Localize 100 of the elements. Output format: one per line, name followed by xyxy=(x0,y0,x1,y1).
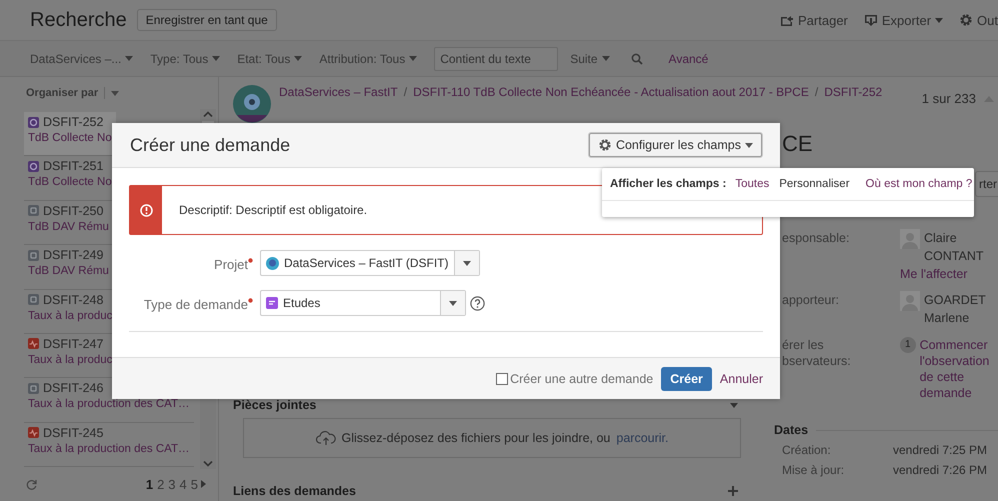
advanced-link[interactable]: Avancé xyxy=(668,52,708,66)
breadcrumb-link[interactable]: DSFIT-110 TdB Collecte Non Echéancée - Actualisation aout 2017 - BPCE xyxy=(413,85,809,99)
toolbar-button[interactable]: rter xyxy=(975,171,998,197)
tools-button[interactable]: Out xyxy=(959,12,998,28)
story-type-icon xyxy=(28,116,39,128)
issue-key: DSFIT-245 xyxy=(43,426,104,440)
section-title: Pièces jointes xyxy=(233,398,316,412)
issue-key: DSFIT-248 xyxy=(43,292,104,307)
issue-key: DSFIT-250 xyxy=(43,204,104,218)
caret-icon xyxy=(935,18,944,22)
page-title: Recherche xyxy=(30,8,127,32)
help-icon[interactable] xyxy=(470,296,485,310)
issue-list-item[interactable]: DSFIT-245 Taux à la production des CAT… xyxy=(24,422,194,468)
cloud-upload-icon xyxy=(316,430,336,446)
next-page-icon[interactable] xyxy=(201,480,206,488)
person-name: Claire CONTANT xyxy=(924,230,984,265)
page-link[interactable]: 1 xyxy=(144,476,154,492)
text-filter-field[interactable]: Contient du texte xyxy=(434,46,558,70)
page-link[interactable]: 3 xyxy=(167,476,177,492)
story-type-icon xyxy=(28,160,39,172)
field-label: Mise à jour: xyxy=(782,463,846,477)
error-text: Descriptif: Descriptif est obligatoire. xyxy=(178,202,368,219)
bug-type-icon xyxy=(28,427,39,438)
issue-type-select[interactable]: Etudes xyxy=(260,290,466,316)
filter-dropdown[interactable]: Etat: Tous xyxy=(237,52,302,66)
drop-instructions: Glissez-déposez des fichiers pour les joindre, ou xyxy=(342,431,610,445)
caret-icon xyxy=(730,402,738,408)
breadcrumb-link[interactable]: DSFIT-252 xyxy=(824,85,882,99)
gear-icon xyxy=(598,138,612,152)
export-button[interactable]: Exporter xyxy=(864,12,944,28)
organize-by-label: Organiser par xyxy=(26,87,98,99)
field-mode-link[interactable]: Toutes xyxy=(730,178,774,190)
project-avatar-icon xyxy=(233,85,271,123)
field-label: apporteur: xyxy=(782,292,840,309)
issue-key: DSFIT-246 xyxy=(43,381,104,396)
field-label: érer les bservateurs: xyxy=(782,337,852,369)
create-another-checkbox[interactable] xyxy=(496,372,508,384)
checkbox-label: Créer une autre demande xyxy=(510,372,654,386)
date-value: vendredi 7:26 PM xyxy=(893,463,988,477)
issue-list-item[interactable]: DSFIT-252 TdB Collecte No xyxy=(24,112,116,156)
breadcrumb-separator: / xyxy=(814,85,818,99)
watcher-count: 1 xyxy=(900,337,916,353)
breadcrumb-separator: / xyxy=(404,85,408,99)
browse-link[interactable]: parcourir. xyxy=(616,431,668,445)
share-icon xyxy=(780,14,794,26)
date-value: vendredi 7:25 PM xyxy=(893,443,988,457)
create-button[interactable]: Créer xyxy=(661,366,712,390)
project-select[interactable]: DataServices – FastIT (DSFIT) xyxy=(260,250,480,276)
issue-summary: TdB Collecte No xyxy=(28,176,112,188)
caret-icon xyxy=(212,56,220,61)
caret-icon xyxy=(294,56,302,61)
caret-icon xyxy=(409,56,418,61)
plus-icon[interactable] xyxy=(728,486,738,496)
issue-summary: TdB DAV Rému xyxy=(28,220,109,233)
caret-icon xyxy=(449,300,457,306)
configure-fields-button[interactable]: Configurer les champs xyxy=(588,133,762,157)
refresh-icon[interactable] xyxy=(26,478,37,490)
dialog-title: Créer une demande xyxy=(130,134,290,156)
issue-summary: TdB DAV Rému xyxy=(28,265,109,278)
project-icon xyxy=(266,256,279,270)
issue-summary: Taux à la produc xyxy=(28,354,112,366)
field-label: Projet xyxy=(214,256,248,272)
field-label: esponsable: xyxy=(782,230,850,247)
assign-to-me-link[interactable]: Me l'affecter xyxy=(900,265,998,283)
task-type-icon xyxy=(28,382,39,394)
issue-summary: Taux à la produc xyxy=(28,310,112,322)
breadcrumb-link[interactable]: DataServices – FastIT xyxy=(279,85,398,99)
chevron-down-icon xyxy=(203,461,213,467)
filter-dropdown[interactable]: Attribution: Tous xyxy=(319,52,418,66)
issue-key: DSFIT-252 xyxy=(43,115,104,129)
field-mode-link[interactable]: Personnaliser xyxy=(774,178,855,190)
issue-key: DSFIT-247 xyxy=(43,336,104,351)
filter-dropdown[interactable]: DataServices –... xyxy=(30,52,134,66)
page-link[interactable]: 5 xyxy=(190,476,199,492)
issue-summary: Taux à la production des CAT… xyxy=(28,442,190,455)
error-icon xyxy=(140,204,152,216)
caret-icon xyxy=(745,142,753,148)
field-label: Type de demande xyxy=(144,296,248,312)
chevron-up-icon xyxy=(203,111,213,117)
help-link[interactable]: Où est mon champ ? xyxy=(860,178,978,190)
task-type-icon xyxy=(28,294,39,306)
download-icon xyxy=(864,14,878,26)
caret-icon xyxy=(463,260,472,266)
cancel-link[interactable]: Annuler xyxy=(720,372,763,386)
search-icon[interactable] xyxy=(630,52,643,64)
filter-dropdown[interactable]: Type: Tous xyxy=(150,52,220,66)
issue-title: CE xyxy=(782,131,814,158)
bug-type-icon xyxy=(28,338,39,350)
filter-dropdown[interactable]: Suite xyxy=(570,52,610,66)
share-button[interactable]: Partager xyxy=(780,12,848,28)
issue-type-icon xyxy=(266,297,278,309)
caret-icon xyxy=(602,56,610,61)
issue-counter: 1 sur 233 xyxy=(922,91,976,106)
gear-icon xyxy=(959,13,974,27)
save-as-button[interactable]: Enregistrer en tant que xyxy=(136,9,277,31)
section-title: Dates xyxy=(774,423,808,437)
page-link[interactable]: 2 xyxy=(156,476,166,492)
section-title: Liens des demandes xyxy=(233,484,356,498)
page-link[interactable]: 4 xyxy=(178,476,188,492)
watch-link[interactable]: Commencer l'observation de cette demande xyxy=(920,337,998,401)
